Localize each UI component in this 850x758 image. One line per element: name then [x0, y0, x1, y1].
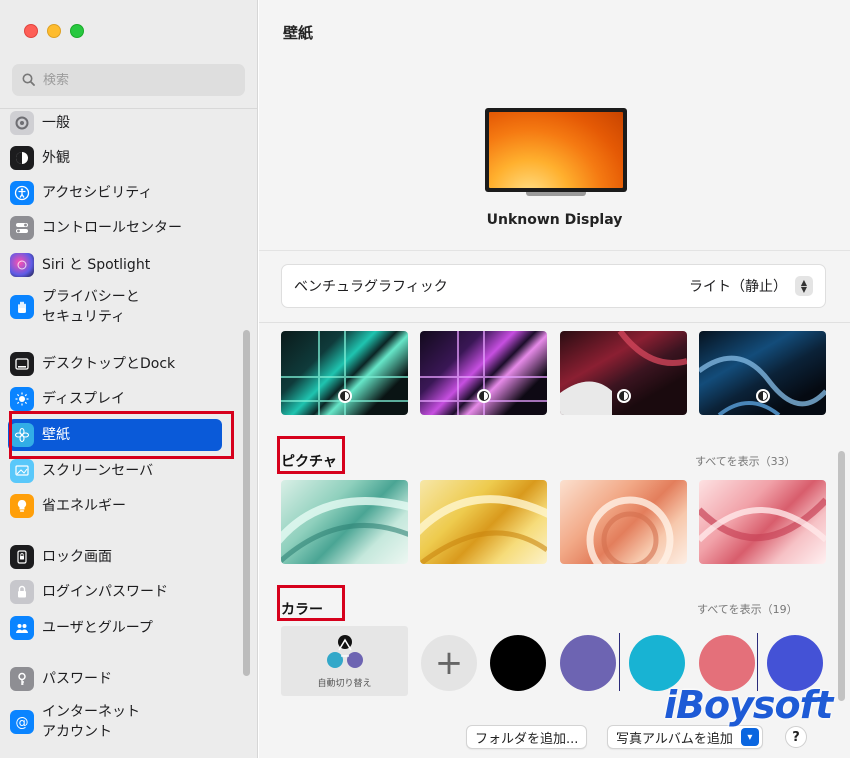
wallpaper-thumb-dynamic-1[interactable] [281, 331, 408, 415]
sidebar-item-label: パスワード [42, 671, 112, 687]
search-field[interactable] [12, 64, 245, 96]
auto-rotate-icon [327, 635, 363, 668]
sidebar-item-label: 外観 [42, 150, 70, 166]
users-icon [10, 616, 34, 640]
dynamic-badge-icon [476, 389, 491, 403]
sidebar-item-passwords[interactable]: パスワード [8, 663, 222, 695]
sidebar-item-general[interactable]: 一般 [8, 107, 222, 139]
sidebar-item-label: 一般 [42, 115, 70, 131]
wallpaper-thumb-dynamic-2[interactable] [420, 331, 547, 415]
wallpaper-thumb-dynamic-4[interactable] [699, 331, 826, 415]
wallpaper-thumb-dynamic-3[interactable] [560, 331, 687, 415]
minimize-window-button[interactable] [47, 24, 61, 38]
sidebar-item-label: プライバシーと セキュリティ [42, 289, 140, 325]
plus-icon: + [434, 643, 464, 683]
colors-show-all-link[interactable]: すべてを表示（19） [697, 601, 798, 617]
key-icon [10, 667, 34, 691]
add-photo-album-button[interactable]: 写真アルバムを追加 ▾ [607, 725, 763, 749]
sidebar-item-accessibility[interactable]: アクセシビリティ [8, 177, 222, 209]
sidebar-item-label: デスクトップとDock [42, 356, 176, 372]
sidebar-item-control-center[interactable]: コントロールセンター [8, 212, 222, 244]
sidebar-item-users-groups[interactable]: ユーザとグループ [8, 612, 222, 644]
add-photo-album-label: 写真アルバムを追加 [616, 731, 733, 747]
dynamic-badge-icon [616, 389, 631, 403]
siri-icon [10, 253, 34, 277]
sidebar-scrollbar[interactable] [243, 330, 250, 676]
annotation-box-wallpaper [9, 411, 234, 459]
sidebar-item-label: コントロールセンター [42, 220, 182, 236]
wallpaper-thumb-picture-2[interactable] [420, 480, 547, 564]
pictures-show-all-link[interactable]: すべてを表示（33） [695, 453, 796, 469]
sun-icon [10, 387, 34, 411]
at-icon: @ [10, 710, 34, 734]
sidebar-item-appearance[interactable]: 外観 [8, 142, 222, 174]
sidebar-item-screen-saver[interactable]: スクリーンセーバ [8, 455, 222, 487]
color-swatch-purple[interactable] [560, 635, 616, 691]
accessibility-icon [10, 181, 34, 205]
monitor-icon [485, 108, 627, 192]
add-color-button[interactable]: + [421, 635, 477, 691]
wallpaper-thumb-picture-4[interactable] [699, 480, 826, 564]
hand-icon [10, 295, 34, 319]
wallpaper-selector[interactable]: ベンチュラグラフィック ライト（静止） ▲ ▼ [281, 264, 826, 308]
chevron-down-icon[interactable]: ▾ [740, 728, 759, 746]
sidebar-item-privacy-security[interactable]: プライバシーと セキュリティ [8, 285, 222, 329]
sidebar-item-label: ロック画面 [42, 549, 112, 565]
wallpaper-mode-value: ライト（静止） [689, 279, 787, 295]
sidebar-item-label: スクリーンセーバ [42, 463, 154, 479]
main-pane: 壁紙 Unknown Display ベンチュラグラフィック ライト（静止） ▲… [259, 0, 850, 758]
sidebar-item-lock-screen[interactable]: ロック画面 [8, 541, 222, 573]
sidebar-item-login-password[interactable]: ログインパスワード [8, 576, 222, 608]
sidebar-item-internet-accounts[interactable]: @ インターネット アカウント [8, 700, 222, 744]
search-icon [22, 71, 35, 90]
lock-icon [10, 580, 34, 604]
page-title: 壁紙 [283, 24, 314, 42]
color-swatch-black[interactable] [490, 635, 546, 691]
close-window-button[interactable] [24, 24, 38, 38]
auto-color-tile[interactable]: 自動切り替え [281, 626, 408, 696]
sidebar-item-label: ディスプレイ [42, 391, 126, 407]
main-scrollbar[interactable] [838, 451, 845, 701]
divider [619, 633, 620, 691]
wallpaper-thumb-picture-3[interactable] [560, 480, 687, 564]
control-center-icon [10, 216, 34, 240]
add-folder-button[interactable]: フォルダを追加... [466, 725, 588, 749]
sidebar-item-label: ユーザとグループ [42, 620, 153, 636]
zoom-window-button[interactable] [70, 24, 84, 38]
chevron-updown-icon: ▲ ▼ [795, 276, 813, 296]
annotation-box-colors [277, 585, 345, 621]
sidebar-item-label: 省エネルギー [42, 498, 126, 514]
annotation-box-pictures [277, 436, 345, 474]
lock-screen-icon [10, 545, 34, 569]
sidebar-item-desktop-dock[interactable]: デスクトップとDock [8, 348, 222, 380]
wallpaper-thumb-picture-1[interactable] [281, 480, 408, 564]
sidebar-item-label: Siri と Spotlight [42, 257, 151, 273]
auto-color-label: 自動切り替え [317, 679, 372, 689]
sidebar-item-label: インターネット アカウント [42, 704, 140, 740]
wallpaper-name: ベンチュラグラフィック [294, 279, 448, 295]
sidebar-item-label: アクセシビリティ [42, 185, 153, 201]
wallpaper-mode-popup[interactable]: ライト（静止） ▲ ▼ [689, 276, 813, 296]
bulb-icon [10, 494, 34, 518]
screensaver-icon [10, 459, 34, 483]
dock-icon [10, 352, 34, 376]
dynamic-badge-icon [755, 389, 770, 403]
window-controls [24, 24, 84, 38]
sidebar: 一般 外観 アクセシビリティ コントロールセンター Siri と Spotlig… [0, 0, 258, 758]
iboysoft-watermark: iBoysoft [664, 683, 833, 727]
divider [259, 250, 850, 251]
display-name: Unknown Display [486, 212, 623, 228]
dynamic-badge-icon [337, 389, 352, 403]
gear-icon [10, 111, 34, 135]
display-preview[interactable] [485, 108, 627, 196]
appearance-icon [10, 146, 34, 170]
svg-text:@: @ [16, 716, 29, 731]
sidebar-item-energy-saver[interactable]: 省エネルギー [8, 490, 222, 522]
search-input[interactable] [43, 72, 223, 88]
sidebar-item-label: ログインパスワード [42, 584, 168, 600]
sidebar-item-siri-spotlight[interactable]: Siri と Spotlight [8, 249, 222, 281]
help-button[interactable]: ? [785, 726, 807, 748]
